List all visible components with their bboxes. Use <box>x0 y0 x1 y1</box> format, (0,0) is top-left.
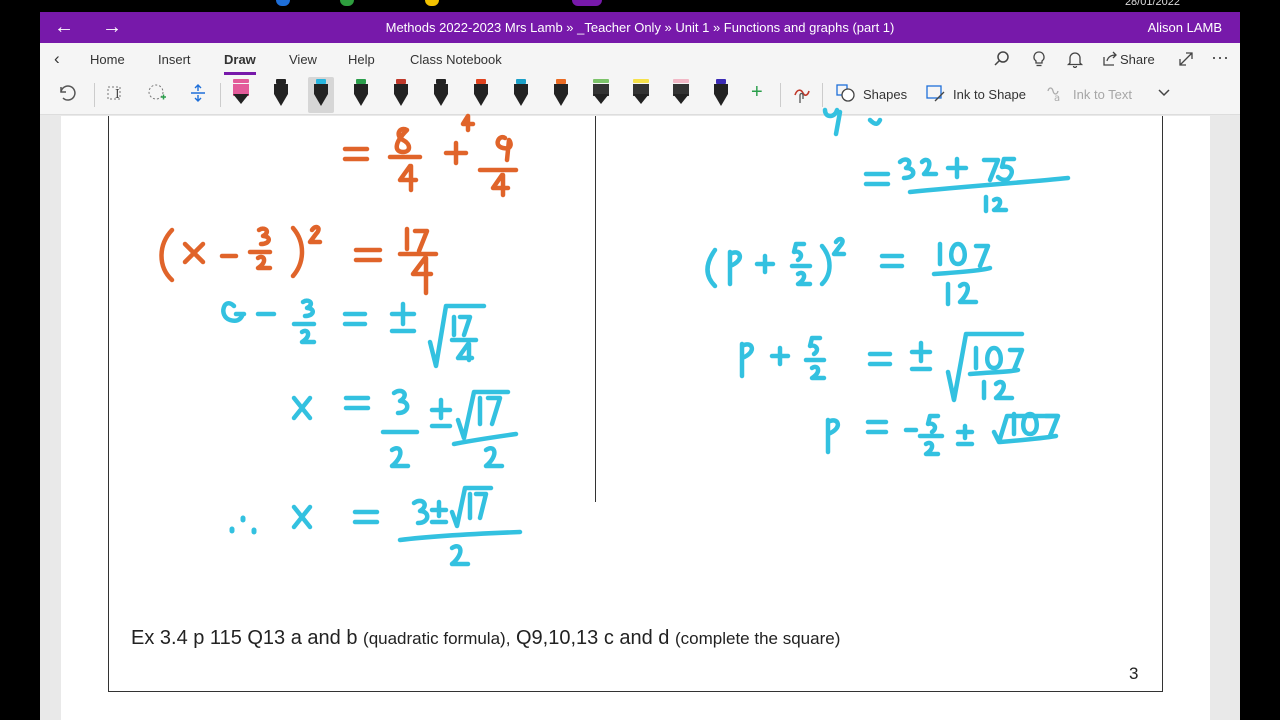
page-number: 3 <box>1129 664 1139 683</box>
exercise-part-1: Ex 3.4 p 115 Q13 a and b <box>131 627 358 649</box>
orange-ink <box>159 113 519 296</box>
exercise-instructions: Ex 3.4 p 115 Q13 a and b (quadratic form… <box>131 627 840 650</box>
cyan-ink-right <box>705 107 1071 457</box>
taskbar-app-icon[interactable] <box>340 0 354 6</box>
taskbar-date: 28/01/2022 <box>1124 0 1180 8</box>
taskbar-app-icon[interactable] <box>572 0 602 6</box>
handwriting-ink[interactable] <box>40 12 1240 720</box>
cyan-ink-left <box>221 298 523 567</box>
exercise-part-2: Q9,10,13 c and d <box>515 627 670 649</box>
exercise-part-1-note: (quadratic formula), <box>363 629 511 648</box>
taskbar-app-icon[interactable] <box>425 0 439 6</box>
taskbar-app-icon[interactable] <box>276 0 290 6</box>
os-taskbar: 28/01/2022 <box>0 0 1280 12</box>
exercise-part-2-note: (complete the square) <box>675 629 841 648</box>
onenote-window: ← → Methods 2022-2023 Mrs Lamb » _Teache… <box>40 12 1240 720</box>
